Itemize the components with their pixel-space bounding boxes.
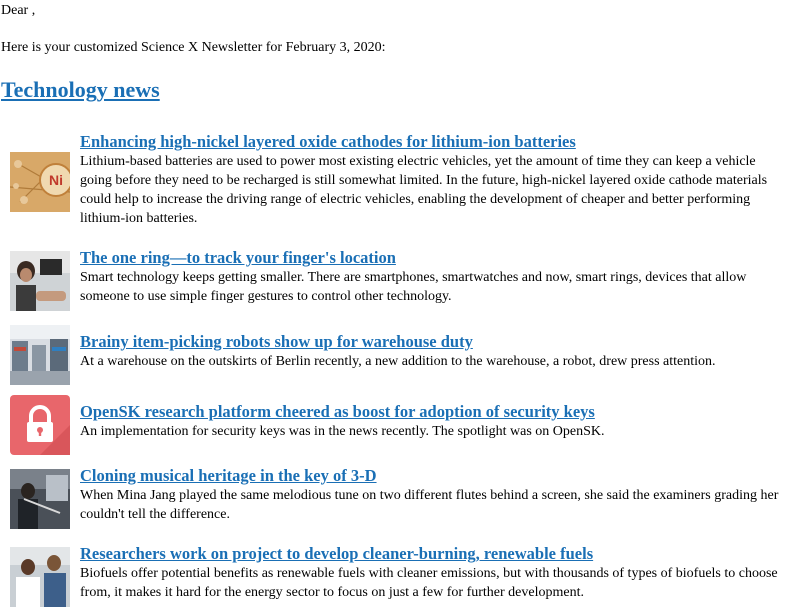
article-thumbnail-flute[interactable]: [10, 469, 70, 529]
article-thumbnail-battery[interactable]: Ni: [10, 152, 70, 212]
article-thumbnail-researchers[interactable]: [10, 547, 70, 607]
section-title-technology-news[interactable]: Technology news: [1, 76, 160, 104]
article-title[interactable]: Enhancing high-nickel layered oxide cath…: [80, 132, 576, 152]
article-summary: Lithium-based batteries are used to powe…: [80, 154, 768, 226]
article-thumbnail-warehouse[interactable]: [10, 325, 70, 385]
article-title[interactable]: Cloning musical heritage in the key of 3…: [80, 466, 377, 486]
article-title[interactable]: OpenSK research platform cheered as boos…: [80, 402, 595, 422]
article-title[interactable]: The one ring—to track your finger's loca…: [80, 248, 396, 268]
article-summary: Biofuels offer potential benefits as ren…: [80, 566, 778, 600]
article-summary: Smart technology keeps getting smaller. …: [80, 270, 747, 304]
article-summary: An implementation for security keys was …: [80, 424, 605, 439]
article-summary: When Mina Jang played the same melodious…: [80, 488, 779, 522]
article-thumbnail-ring[interactable]: [10, 251, 70, 311]
article-summary: At a warehouse on the outskirts of Berli…: [80, 354, 716, 369]
newsletter-intro: Here is your customized Science X Newsle…: [1, 40, 386, 55]
article-title[interactable]: Researchers work on project to develop c…: [80, 544, 593, 564]
article-title[interactable]: Brainy item-picking robots show up for w…: [80, 332, 473, 352]
greeting: Dear ,: [1, 3, 36, 18]
article-thumbnail-lock[interactable]: [10, 395, 70, 455]
thumbnail-ni-text: Ni: [49, 172, 63, 188]
